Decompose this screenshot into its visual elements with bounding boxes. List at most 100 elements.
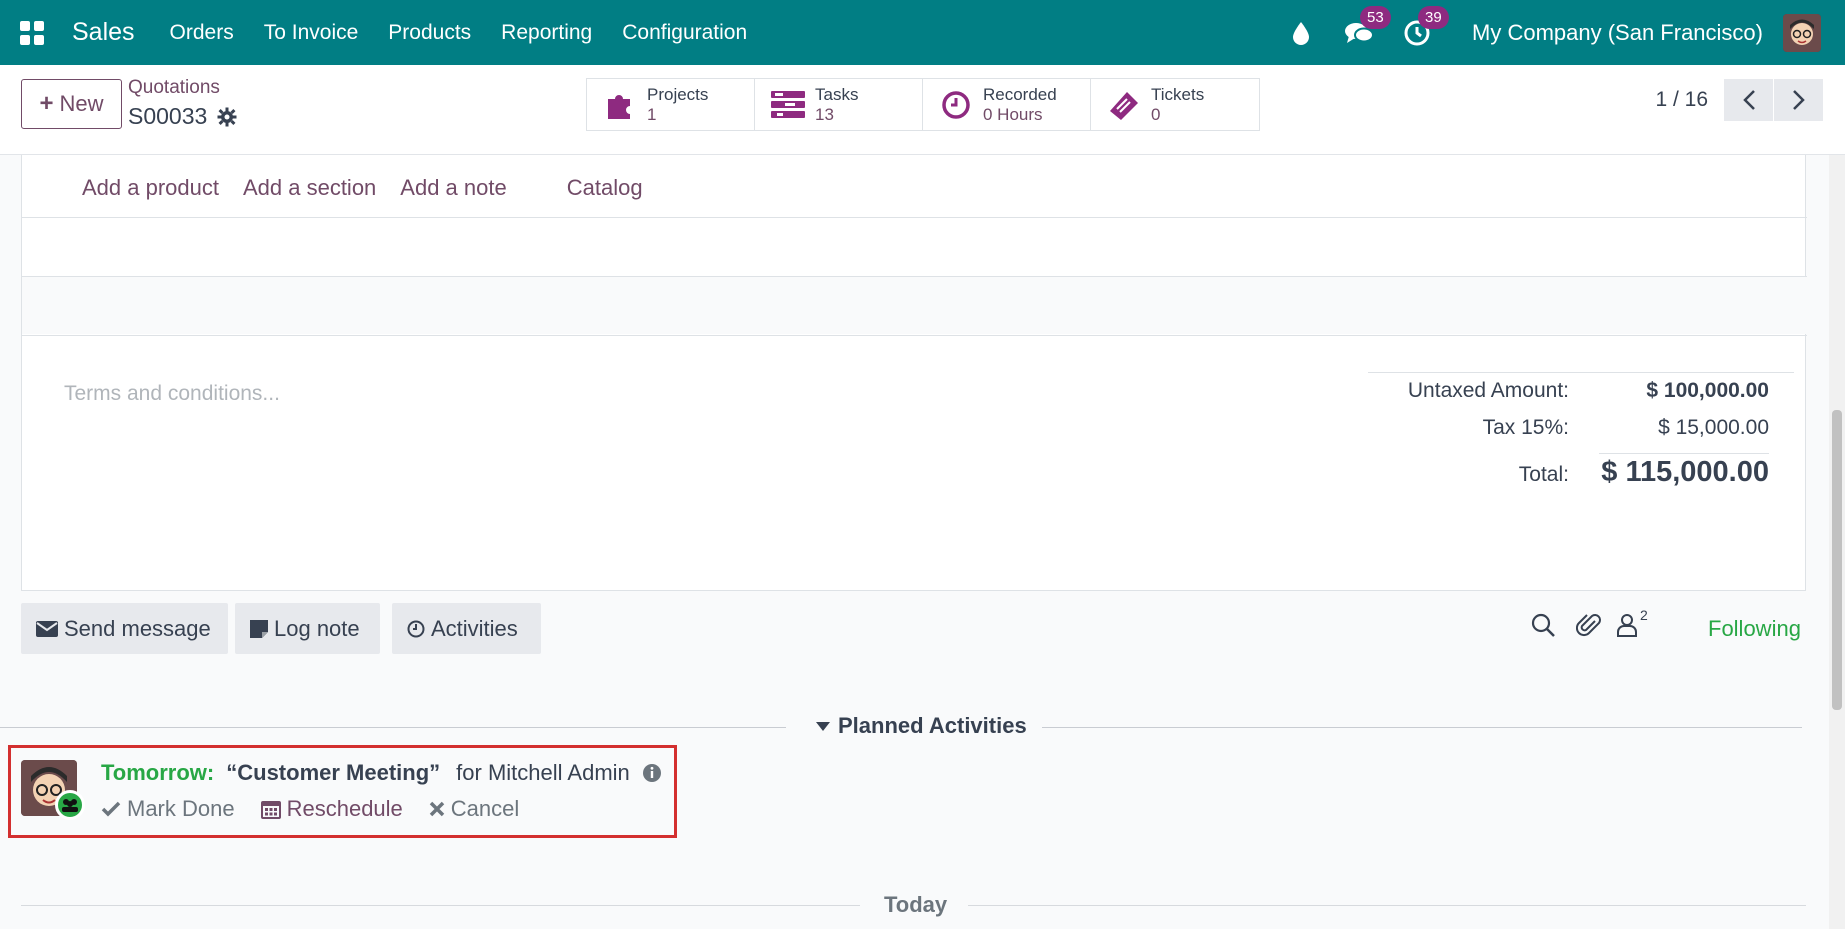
smart-button-tickets[interactable]: Tickets 0 [1091, 79, 1259, 130]
recorded-value: 0 Hours [983, 104, 1043, 124]
scrollbar-thumb[interactable] [1832, 410, 1842, 710]
today-separator: Today [884, 892, 948, 917]
activities-badge: 39 [1418, 5, 1449, 29]
smart-button-tasks[interactable]: Tasks 13 [755, 79, 923, 130]
check-icon [101, 801, 121, 817]
user-avatar[interactable] [1783, 13, 1821, 52]
cancel-button[interactable]: Cancel [429, 796, 519, 822]
activity-assignee: for Mitchell Admin [456, 760, 630, 785]
empty-row [22, 276, 1807, 334]
pager-next-button[interactable] [1774, 79, 1823, 121]
divider [21, 905, 860, 906]
tasks-title: Tasks [815, 84, 859, 104]
chatter-topbar-icons: 2 [1530, 607, 1648, 638]
puzzle-icon [603, 88, 637, 122]
pager-value[interactable]: 1 / 16 [1655, 88, 1708, 112]
messages-icon[interactable]: 53 [1344, 5, 1391, 48]
log-note-label: Log note [274, 615, 360, 641]
activity-deadline: Tomorrow: [101, 760, 215, 785]
pager-previous-button[interactable] [1724, 79, 1773, 121]
followers-icon[interactable] [1616, 613, 1638, 637]
ticket-icon [1107, 88, 1141, 122]
projects-value: 1 [647, 104, 657, 124]
activity-clock-icon[interactable]: 39 [1402, 5, 1449, 48]
divider [0, 727, 786, 728]
untaxed-row: Untaxed Amount: $ 100,000.00 [1368, 379, 1794, 416]
menu-configuration[interactable]: Configuration [622, 21, 747, 45]
tax-row: Tax 15%: $ 15,000.00 [1368, 416, 1794, 453]
untaxed-value: $ 100,000.00 [1646, 379, 1769, 402]
smart-button-projects[interactable]: Projects 1 [587, 79, 755, 130]
paperclip-icon[interactable] [1576, 612, 1602, 638]
info-icon[interactable] [642, 763, 662, 783]
order-line-actions: Add a product Add a section Add a note C… [82, 175, 667, 201]
gear-icon[interactable] [217, 107, 237, 127]
catalog-button[interactable]: Catalog [567, 175, 643, 201]
note-icon [250, 619, 268, 638]
planned-activities-toggle[interactable]: Planned Activities [816, 713, 1027, 739]
menu-reporting[interactable]: Reporting [501, 21, 592, 45]
divider [22, 335, 1807, 336]
clock-icon [939, 88, 973, 122]
send-message-label: Send message [64, 615, 211, 641]
activity-item: Tomorrow: “Customer Meeting” for Mitchel… [8, 745, 677, 838]
new-button-label: New [59, 91, 104, 116]
menu-products[interactable]: Products [388, 21, 471, 45]
smart-button-recorded[interactable]: Recorded 0 Hours [923, 79, 1091, 130]
new-button[interactable]: + New [21, 79, 122, 129]
planned-activities-label: Planned Activities [838, 713, 1027, 738]
add-note-link[interactable]: Add a note [400, 175, 506, 201]
form-sheet: Add a product Add a section Add a note C… [21, 155, 1807, 591]
projects-title: Projects [647, 84, 709, 104]
top-navbar: Sales Orders To Invoice Products Reporti… [0, 0, 1845, 65]
meeting-users-icon [55, 790, 85, 820]
mark-done-label: Mark Done [127, 796, 235, 821]
activities-button[interactable]: Activities [392, 603, 541, 654]
tax-value: $ 15,000.00 [1658, 416, 1769, 439]
total-label: Total: [1518, 463, 1569, 486]
send-message-button[interactable]: Send message [21, 603, 228, 654]
search-icon[interactable] [1530, 612, 1556, 638]
divider [968, 905, 1806, 906]
mark-done-button[interactable]: Mark Done [101, 796, 235, 822]
calendar-icon [260, 801, 281, 819]
add-section-link[interactable]: Add a section [243, 175, 376, 201]
record-name: S00033 [128, 103, 237, 130]
droplet-icon[interactable] [1286, 18, 1316, 48]
reschedule-label: Reschedule [286, 796, 403, 821]
breadcrumb-quotations[interactable]: Quotations [128, 77, 220, 99]
log-note-button[interactable]: Log note [235, 603, 380, 654]
menu-to-invoice[interactable]: To Invoice [264, 21, 359, 45]
activities-label: Activities [431, 615, 518, 641]
divider [1042, 727, 1802, 728]
following-button[interactable]: Following [1708, 616, 1801, 642]
app-brand[interactable]: Sales [72, 18, 135, 47]
activity-actions: Mark Done Reschedule Cancel [101, 796, 545, 822]
menu-orders[interactable]: Orders [170, 21, 234, 45]
company-switcher[interactable]: My Company (San Francisco) [1472, 20, 1763, 46]
totals-table: Untaxed Amount: $ 100,000.00 Tax 15%: $ … [1368, 372, 1794, 499]
scrollbar[interactable] [1829, 155, 1845, 929]
record-name-label: S00033 [128, 103, 208, 129]
messages-badge: 53 [1360, 5, 1391, 29]
terms-input[interactable]: Terms and conditions... [64, 382, 280, 406]
chevron-right-icon [1792, 90, 1805, 110]
pager: 1 / 16 [1655, 79, 1823, 121]
plus-icon: + [39, 90, 54, 117]
smart-buttons: Projects 1 Tasks 13 Recorded 0 Hours Tic… [586, 78, 1260, 131]
tasks-value: 13 [815, 104, 834, 124]
tickets-value: 0 [1151, 104, 1161, 124]
caret-down-icon [816, 721, 830, 731]
reschedule-button[interactable]: Reschedule [260, 796, 403, 822]
clock-icon [407, 620, 425, 637]
followers-count: 2 [1640, 607, 1648, 623]
activity-summary: “Customer Meeting” [226, 760, 441, 785]
tax-label: Tax 15%: [1482, 416, 1569, 439]
activity-header: Tomorrow: “Customer Meeting” for Mitchel… [101, 760, 662, 786]
apps-menu-icon[interactable] [0, 0, 64, 65]
tickets-title: Tickets [1151, 84, 1205, 104]
add-product-link[interactable]: Add a product [82, 175, 219, 201]
chevron-left-icon [1742, 90, 1755, 110]
close-icon [429, 801, 445, 817]
total-row: Total: $ 115,000.00 [1368, 453, 1794, 499]
